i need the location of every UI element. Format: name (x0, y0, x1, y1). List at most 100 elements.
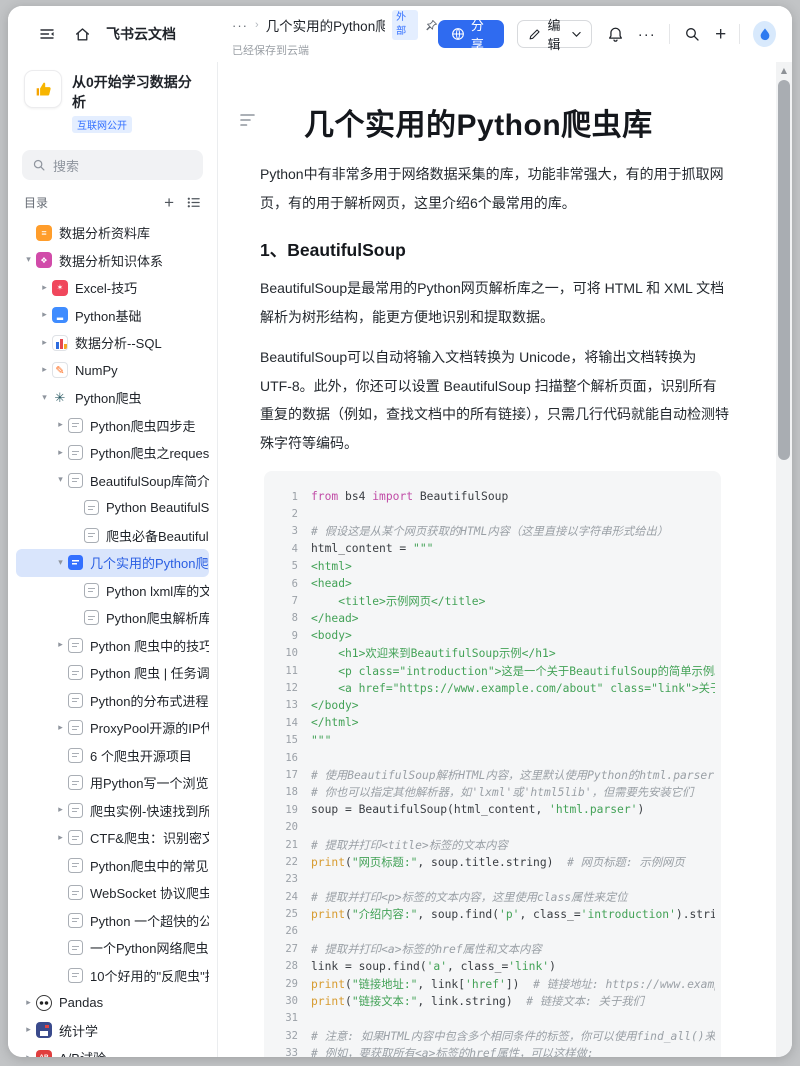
tree-item[interactable]: ▸Python爬虫之requests... (16, 439, 209, 467)
tree-arrow-icon[interactable]: ▸ (21, 1025, 36, 1035)
edit-mode-button[interactable]: 编辑 (517, 20, 592, 48)
tree-item[interactable]: Python爬虫解析库lx... (16, 604, 209, 632)
section-heading[interactable]: 1、BeautifulSoup (260, 237, 730, 262)
tree-item[interactable]: WebSocket 协议爬虫，... (16, 879, 209, 907)
tree-arrow-icon[interactable]: ▸ (37, 283, 52, 293)
globe-icon (451, 27, 465, 41)
doc-icon (68, 638, 83, 653)
breadcrumb-more-button[interactable]: ··· (232, 18, 248, 33)
tree-item-label: CTF&爬虫：识别密文加... (90, 828, 209, 847)
tree-arrow-icon[interactable]: ▸ (37, 365, 52, 375)
tree-item[interactable]: ▸Pandas (16, 989, 209, 1017)
tree-item[interactable]: Python BeautifulSou... (16, 494, 209, 522)
tree-item[interactable]: 一个Python网络爬虫数... (16, 934, 209, 962)
tree-item[interactable]: 6 个爬虫开源项目 (16, 742, 209, 770)
line-number: 21 (274, 839, 298, 851)
tree-arrow-icon[interactable]: ▾ (21, 255, 36, 265)
tree-item[interactable]: ▾BeautifulSoup库简介 (16, 467, 209, 495)
spider-icon (52, 390, 68, 406)
code-line: 27# 提取并打印<a>标签的href属性和文本内容 (274, 940, 715, 957)
tree-item[interactable]: ▸ CTF&爬虫：识别密文加... (16, 824, 209, 852)
notifications-bell-icon[interactable] (605, 23, 624, 45)
sidebar-search-input[interactable]: 搜索 (22, 150, 203, 180)
tree-item[interactable]: ▸爬虫实例-快速找到所有... (16, 797, 209, 825)
tree-arrow-icon[interactable]: ▸ (37, 338, 52, 348)
sidebar-collapse-icon[interactable] (36, 23, 58, 45)
code-block[interactable]: 1from bs4 import BeautifulSoup23# 假设这是从某… (264, 471, 721, 1057)
tree-item-label: 用Python写一个浏览器... (90, 773, 209, 792)
tree-arrow-icon[interactable]: ▸ (37, 310, 52, 320)
tree-arrow-icon[interactable]: ▸ (53, 723, 68, 733)
toc-outline-icon[interactable] (240, 113, 256, 127)
tree-arrow-icon[interactable]: ▾ (37, 393, 52, 403)
tree-item-label: NumPy (75, 363, 118, 378)
pencil-icon (528, 28, 541, 41)
tree-arrow-icon[interactable]: ▾ (53, 558, 68, 568)
tree-item[interactable]: 用Python写一个浏览器... (16, 769, 209, 797)
document-area[interactable]: 几个实用的Python爬虫库 Python中有非常多用于网络数据采集的库，功能非… (219, 62, 776, 1057)
space-title: 从0开始学习数据分析 (72, 70, 203, 112)
tree-item[interactable]: ▸数据分析--SQL (16, 329, 209, 357)
line-number: 28 (274, 960, 298, 972)
doc-icon (84, 528, 99, 543)
tree-item[interactable]: Python的分布式进程接... (16, 687, 209, 715)
doc-title[interactable]: 几个实用的Python爬虫库 (304, 100, 730, 144)
docblue-icon (68, 555, 83, 570)
tree-item-label: 数据分析知识体系 (59, 251, 163, 270)
tree-item[interactable]: Python lxml库的文... (16, 577, 209, 605)
tree-arrow-icon[interactable]: ▸ (53, 833, 68, 843)
tree-item[interactable]: ▸Excel-技巧 (16, 274, 209, 302)
tree-arrow-icon[interactable]: ▸ (53, 805, 68, 815)
tree-item[interactable]: ▸Python基础 (16, 302, 209, 330)
line-number: 25 (274, 908, 298, 920)
scrollbar-thumb[interactable] (778, 80, 790, 460)
workspace-title: 飞书云文档 (106, 24, 176, 44)
pin-icon[interactable] (425, 19, 438, 32)
tree-item[interactable]: ▾Python爬虫 (16, 384, 209, 412)
tree-item[interactable]: ▸ NumPy (16, 357, 209, 385)
tree-item[interactable]: ▾ 数据分析知识体系 (16, 247, 209, 275)
scrollbar-track[interactable]: ▲ (776, 62, 792, 1057)
doc-paragraph[interactable]: BeautifulSoup可以自动将输入文档转换为 Unicode，将输出文档转… (260, 343, 730, 457)
breadcrumb-doc-title[interactable]: 几个实用的Python爬... (266, 15, 385, 35)
tree-item[interactable]: Python 一个超快的公共... (16, 907, 209, 935)
more-actions-button[interactable]: ··· (638, 26, 656, 43)
line-number: 33 (274, 1047, 298, 1057)
avatar[interactable] (753, 21, 776, 47)
tree-item[interactable]: 爬虫必备Beautiful S... (16, 522, 209, 550)
doc-paragraph[interactable]: BeautifulSoup是最常用的Python网页解析库之一，可将 HTML … (260, 274, 730, 331)
space-header[interactable]: 从0开始学习数据分析 互联网公开 (8, 62, 217, 144)
code-line: 13</body> (274, 697, 715, 714)
outline-list-icon[interactable] (186, 195, 201, 210)
line-number: 15 (274, 734, 298, 746)
tree-item[interactable]: ▸Python 爬虫中的技巧 (16, 632, 209, 660)
search-icon[interactable] (683, 23, 702, 45)
top-bar: 飞书云文档 ··· › 几个实用的Python爬... 外部 已经保存到云端 分… (8, 6, 792, 62)
scroll-up-arrow-icon[interactable]: ▲ (776, 66, 792, 75)
ab-icon (36, 1050, 52, 1057)
droplet-icon (758, 27, 772, 41)
create-new-button[interactable]: + (715, 25, 726, 44)
share-button[interactable]: 分享 (438, 20, 505, 48)
tree-item[interactable]: ▾几个实用的Python爬虫库 (16, 549, 209, 577)
tree-item[interactable]: Python爬虫中的常见加... (16, 852, 209, 880)
tree-arrow-icon[interactable]: ▸ (21, 1053, 36, 1057)
tree-item[interactable]: ▸Python爬虫四步走 (16, 412, 209, 440)
tree-item[interactable]: 数据分析资料库 (16, 219, 209, 247)
tree-arrow-icon[interactable]: ▸ (53, 640, 68, 650)
tree-arrow-icon[interactable]: ▸ (53, 420, 68, 430)
tree-arrow-icon[interactable]: ▾ (53, 475, 68, 485)
tree-arrow-icon[interactable]: ▸ (53, 448, 68, 458)
tree-item[interactable]: 10个好用的"反爬虫"措... (16, 962, 209, 990)
tree-item[interactable]: Python 爬虫 | 任务调度... (16, 659, 209, 687)
tree-item[interactable]: ▸ProxyPool开源的IP代理池 (16, 714, 209, 742)
home-icon[interactable] (71, 23, 93, 45)
tree-arrow-icon[interactable]: ▸ (21, 998, 36, 1008)
line-number: 18 (274, 786, 298, 798)
code-line: 1from bs4 import BeautifulSoup (274, 488, 715, 505)
add-page-button[interactable]: + (164, 194, 174, 211)
tree-item[interactable]: ▸A/B试验 (16, 1044, 209, 1057)
tree-item[interactable]: ▸统计学 (16, 1017, 209, 1045)
doc-icon (68, 473, 83, 488)
doc-paragraph[interactable]: Python中有非常多用于网络数据采集的库，功能非常强大，有的用于抓取网页，有的… (260, 160, 730, 217)
